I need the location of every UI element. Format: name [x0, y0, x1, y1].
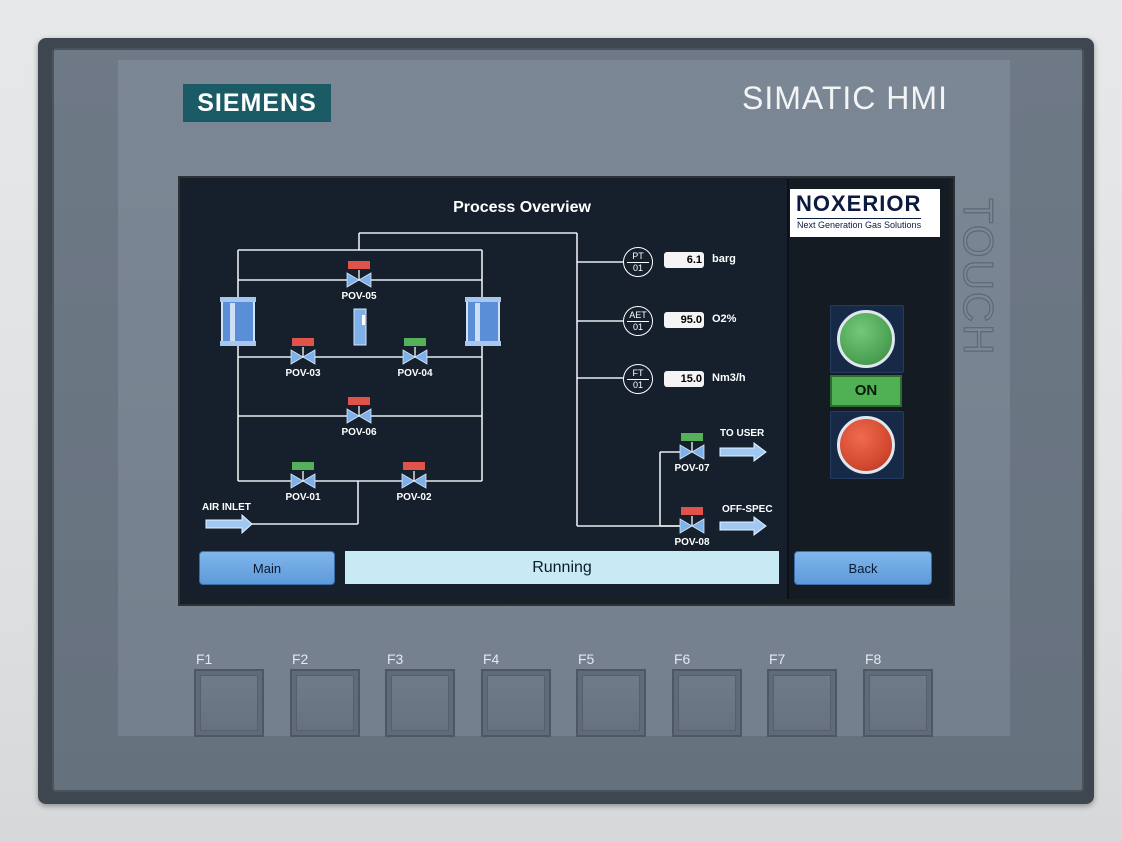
- touch-screen: POV-05 POV-03 POV-04 POV-06 POV-01 POV-02 POV-…: [182, 179, 949, 599]
- valve-pov-01[interactable]: POV-01: [285, 462, 321, 503]
- main-button[interactable]: Main: [199, 551, 335, 585]
- valve-label: POV-03: [285, 368, 320, 379]
- green-start-icon: [837, 310, 895, 368]
- function-key-label-f7: F7: [769, 651, 786, 667]
- model-title: SIMATIC HMI: [742, 80, 948, 116]
- adsorber-vessel-right: [465, 297, 501, 346]
- adsorber-vessel-left: [220, 297, 256, 346]
- touch-label: TOUCH: [954, 197, 1002, 357]
- function-key-f7[interactable]: [767, 669, 837, 737]
- pressure-unit: barg: [712, 253, 736, 265]
- valve-pov-02[interactable]: POV-02: [396, 462, 432, 503]
- oxygen-value: 95.0: [664, 312, 704, 328]
- buffer-tank-icon: [353, 308, 367, 346]
- valve-label: POV-01: [285, 492, 320, 503]
- valve-label: POV-06: [341, 427, 376, 438]
- back-button[interactable]: Back: [794, 551, 932, 585]
- noxerior-logo: NOXERIOR Next Generation Gas Solutions: [790, 189, 940, 237]
- valve-pov-07[interactable]: POV-07: [674, 433, 710, 474]
- function-key-f3[interactable]: [385, 669, 455, 737]
- air-inlet-label: AIR INLET: [202, 502, 251, 513]
- valve-state-indicator: [292, 338, 314, 346]
- valve-pov-08[interactable]: POV-08: [674, 507, 710, 548]
- valve-pov-04[interactable]: POV-04: [397, 338, 433, 379]
- siemens-logo: SIEMENS: [183, 84, 331, 122]
- function-key-label-f5: F5: [578, 651, 595, 667]
- to-user-arrow: [719, 442, 767, 462]
- valve-pov-05[interactable]: POV-05: [341, 261, 377, 302]
- flow-transmitter: FT 01: [623, 364, 653, 394]
- valve-state-indicator: [681, 507, 703, 515]
- start-button[interactable]: [830, 305, 904, 373]
- valve-label: POV-08: [674, 537, 709, 548]
- valve-label: POV-04: [397, 368, 432, 379]
- status-bar: Running: [345, 551, 779, 584]
- pressure-value: 6.1: [664, 252, 704, 268]
- valve-state-indicator: [292, 462, 314, 470]
- function-key-label-f4: F4: [483, 651, 500, 667]
- red-stop-icon: [837, 416, 895, 474]
- valve-pov-03[interactable]: POV-03: [285, 338, 321, 379]
- valve-state-indicator: [403, 462, 425, 470]
- page-title: Process Overview: [453, 199, 591, 216]
- valve-label: POV-07: [674, 463, 709, 474]
- function-key-f4[interactable]: [481, 669, 551, 737]
- function-key-label-f6: F6: [674, 651, 691, 667]
- valve-state-indicator: [348, 397, 370, 405]
- oxygen-unit: O2%: [712, 313, 737, 325]
- air-inlet-arrow: [205, 513, 253, 535]
- stop-button[interactable]: [830, 411, 904, 479]
- function-key-label-f3: F3: [387, 651, 404, 667]
- function-key-f6[interactable]: [672, 669, 742, 737]
- off-spec-label: OFF-SPEC: [722, 504, 773, 515]
- off-spec-arrow: [719, 516, 767, 536]
- flow-value: 15.0: [664, 371, 704, 387]
- on-indicator: ON: [830, 375, 902, 407]
- pressure-transmitter: PT 01: [623, 247, 653, 277]
- valve-state-indicator: [681, 433, 703, 441]
- function-key-f5[interactable]: [576, 669, 646, 737]
- to-user-label: TO USER: [720, 428, 765, 439]
- valve-state-indicator: [348, 261, 370, 269]
- function-key-f1[interactable]: [194, 669, 264, 737]
- function-key-label-f2: F2: [292, 651, 309, 667]
- function-key-f8[interactable]: [863, 669, 933, 737]
- function-key-label-f8: F8: [865, 651, 882, 667]
- function-key-label-f1: F1: [196, 651, 213, 667]
- valve-label: POV-05: [341, 291, 376, 302]
- flow-unit: Nm3/h: [712, 372, 746, 384]
- valve-pov-06[interactable]: POV-06: [341, 397, 377, 438]
- function-key-f2[interactable]: [290, 669, 360, 737]
- oxygen-analyzer: AET 01: [623, 306, 653, 336]
- svg-text:TOUCH: TOUCH: [955, 198, 1002, 357]
- valve-state-indicator: [404, 338, 426, 346]
- valve-label: POV-02: [396, 492, 431, 503]
